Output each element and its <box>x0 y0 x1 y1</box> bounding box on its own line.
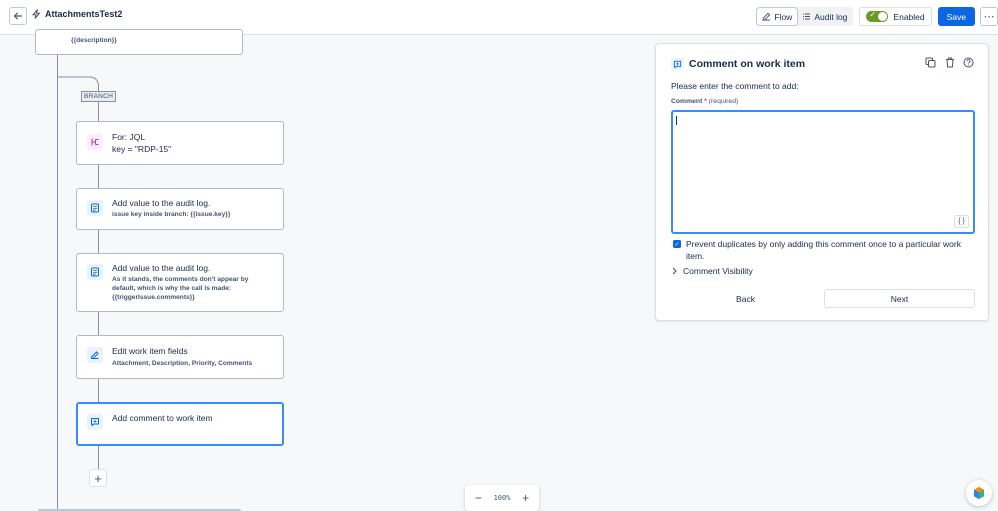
plus-icon: + <box>94 470 102 486</box>
panel-title: Comment on work item <box>689 58 806 70</box>
panel-prompt: Please enter the comment to add: <box>671 81 799 91</box>
enabled-toggle[interactable]: ✓ Enabled <box>859 7 932 26</box>
tab-flow[interactable]: Flow <box>757 8 798 25</box>
more-icon: ⋯ <box>983 11 995 23</box>
node-title: For: JQL <box>112 132 146 142</box>
text-caret <box>676 116 677 125</box>
list-icon <box>803 13 811 20</box>
zoom-in-button[interactable]: + <box>522 491 529 505</box>
comment-textarea[interactable]: { } <box>671 110 975 234</box>
node-title: Add comment to work item <box>112 413 213 423</box>
connector <box>98 230 99 253</box>
connector <box>98 101 99 121</box>
copy-icon <box>925 57 936 68</box>
connector <box>98 446 99 469</box>
connector <box>98 379 99 402</box>
flow-node-add-comment[interactable]: Add comment to work item <box>76 402 284 446</box>
node-title: Edit work item fields <box>112 346 188 356</box>
toggle-switch[interactable]: ✓ <box>866 10 889 22</box>
zoom-level: 100% <box>493 494 511 502</box>
node-subtitle-line: As it stands, the comments don't appear … <box>112 276 249 283</box>
assistant-button[interactable] <box>966 480 992 506</box>
prevent-duplicates-label: Prevent duplicates by only adding this c… <box>686 239 961 261</box>
tab-audit-log-label: Audit log <box>814 11 848 22</box>
previous-node[interactable]: {{description}} <box>35 29 243 55</box>
lightning-icon <box>32 9 41 19</box>
node-title: Add value to the audit log. <box>112 263 211 273</box>
flow-node-edit-fields[interactable]: Edit work item fields Attachment, Descri… <box>76 335 284 379</box>
arrow-left-icon <box>13 12 23 20</box>
save-button[interactable]: Save <box>937 7 975 26</box>
previous-node-text: {{description}} <box>71 37 117 44</box>
zoom-out-button[interactable]: − <box>475 491 482 505</box>
comment-visibility-toggle[interactable]: Comment Visibility <box>671 266 753 276</box>
flow-node-audit-log-2[interactable]: Add value to the audit log. As it stands… <box>76 253 284 312</box>
branch-icon <box>87 134 103 150</box>
node-subtitle: issue key inside branch: {{issue.key}} <box>112 211 231 218</box>
node-subtitle: key = "RDP-15" <box>112 144 172 154</box>
pencil-icon <box>762 12 771 21</box>
comment-icon <box>87 414 103 430</box>
check-icon: ✓ <box>869 10 877 19</box>
trash-icon <box>945 57 954 68</box>
smart-values-button[interactable]: { } <box>954 215 969 228</box>
connector <box>98 165 99 188</box>
node-subtitle-line: default, which is why the call is made: <box>112 285 232 292</box>
flow-canvas[interactable]: {{description}} BRANCH For: JQL key = "R… <box>0 29 998 511</box>
required-text: (required) <box>708 98 739 105</box>
next-button[interactable]: Next <box>824 289 975 308</box>
field-label-text: Comment <box>671 98 703 105</box>
flow-node-audit-log-1[interactable]: Add value to the audit log. issue key in… <box>76 188 284 230</box>
node-subtitle: Attachment, Description, Priority, Comme… <box>112 360 253 367</box>
add-component-button[interactable]: + <box>89 469 107 487</box>
delete-button[interactable] <box>944 57 955 68</box>
node-subtitle-line: {{triggerIssue.comments}} <box>112 294 195 301</box>
help-button[interactable] <box>963 57 974 68</box>
enabled-label: Enabled <box>893 11 925 22</box>
connector <box>98 312 99 335</box>
node-title: Add value to the audit log. <box>112 198 211 208</box>
trunk-connector <box>57 55 58 511</box>
page-title: AttachmentsTest2 <box>45 9 123 19</box>
more-options-button[interactable]: ⋯ <box>980 7 998 26</box>
edit-icon <box>87 347 103 363</box>
view-toggle: Flow Audit log <box>756 7 854 26</box>
assistant-icon <box>974 487 984 499</box>
prevent-duplicates-row: ✓ Prevent duplicates by only adding this… <box>673 238 975 262</box>
tab-audit-log[interactable]: Audit log <box>797 8 852 25</box>
log-icon <box>87 264 103 280</box>
component-config-panel: Comment on work item Please enter the co… <box>655 43 989 321</box>
chevron-right-icon <box>672 267 677 275</box>
back-action-button[interactable]: Back <box>671 289 820 308</box>
required-mark: * <box>704 98 707 105</box>
flow-node-for-jql[interactable]: For: JQL key = "RDP-15" <box>76 121 284 165</box>
back-button[interactable] <box>9 7 27 25</box>
prevent-duplicates-checkbox[interactable]: ✓ <box>673 240 681 248</box>
braces-icon: { } <box>958 218 965 225</box>
duplicate-button[interactable] <box>925 57 936 68</box>
comment-field-label: Comment * (required) <box>671 98 738 105</box>
log-icon <box>87 200 103 216</box>
comment-visibility-label: Comment Visibility <box>683 266 753 276</box>
branch-connector <box>57 76 99 93</box>
tab-flow-label: Flow <box>774 11 793 22</box>
comment-icon <box>671 58 683 70</box>
rule-title: AttachmentsTest2 <box>32 9 122 19</box>
zoom-control: − 100% + <box>465 485 539 511</box>
help-icon <box>963 57 974 68</box>
